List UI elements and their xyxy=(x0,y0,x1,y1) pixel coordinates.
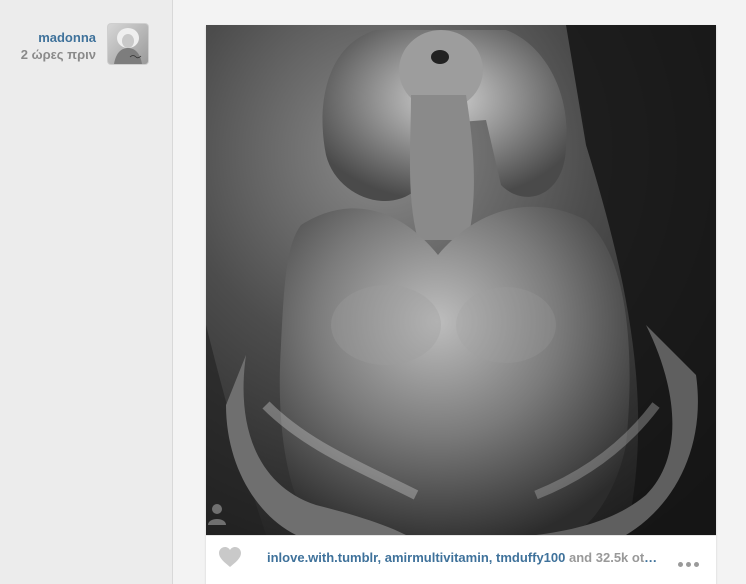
likes-count-link[interactable]: 32.5k others xyxy=(596,550,663,565)
post-timestamp[interactable]: 2 ώρες πριν xyxy=(21,46,96,63)
likes-summary: inlove.with.tumblr, amirmultivitamin, tm… xyxy=(267,550,663,565)
like-button[interactable] xyxy=(218,546,242,568)
post-header-column: madonna 2 ώρες πριν xyxy=(0,0,173,584)
page: madonna 2 ώρες πριν inlove.with.tumblr, … xyxy=(0,0,746,584)
liker-separator: , xyxy=(377,550,385,565)
liker-separator: , xyxy=(488,550,497,565)
tagged-user-icon[interactable] xyxy=(206,501,228,527)
post-photo[interactable] xyxy=(206,25,716,535)
post-photo-image xyxy=(206,25,716,535)
more-options-icon xyxy=(678,562,683,567)
avatar[interactable] xyxy=(108,24,148,64)
liker-link[interactable]: tmduffy100 xyxy=(496,550,565,565)
username-link[interactable]: madonna xyxy=(21,29,96,46)
post-card: inlove.with.tumblr, amirmultivitamin, tm… xyxy=(206,25,716,584)
post-user-meta: madonna 2 ώρες πριν xyxy=(21,29,96,63)
post-action-bar: inlove.with.tumblr, amirmultivitamin, tm… xyxy=(206,535,716,580)
avatar-image xyxy=(108,24,148,64)
more-options-icon-dot xyxy=(686,562,691,567)
liker-link[interactable]: amirmultivitamin xyxy=(385,550,489,565)
likes-and-word: and xyxy=(569,550,593,565)
liker-link[interactable]: inlove.with.tumblr xyxy=(267,550,378,565)
more-options-icon-dot xyxy=(694,562,699,567)
more-options-button[interactable] xyxy=(678,554,706,567)
heart-icon xyxy=(219,547,241,567)
